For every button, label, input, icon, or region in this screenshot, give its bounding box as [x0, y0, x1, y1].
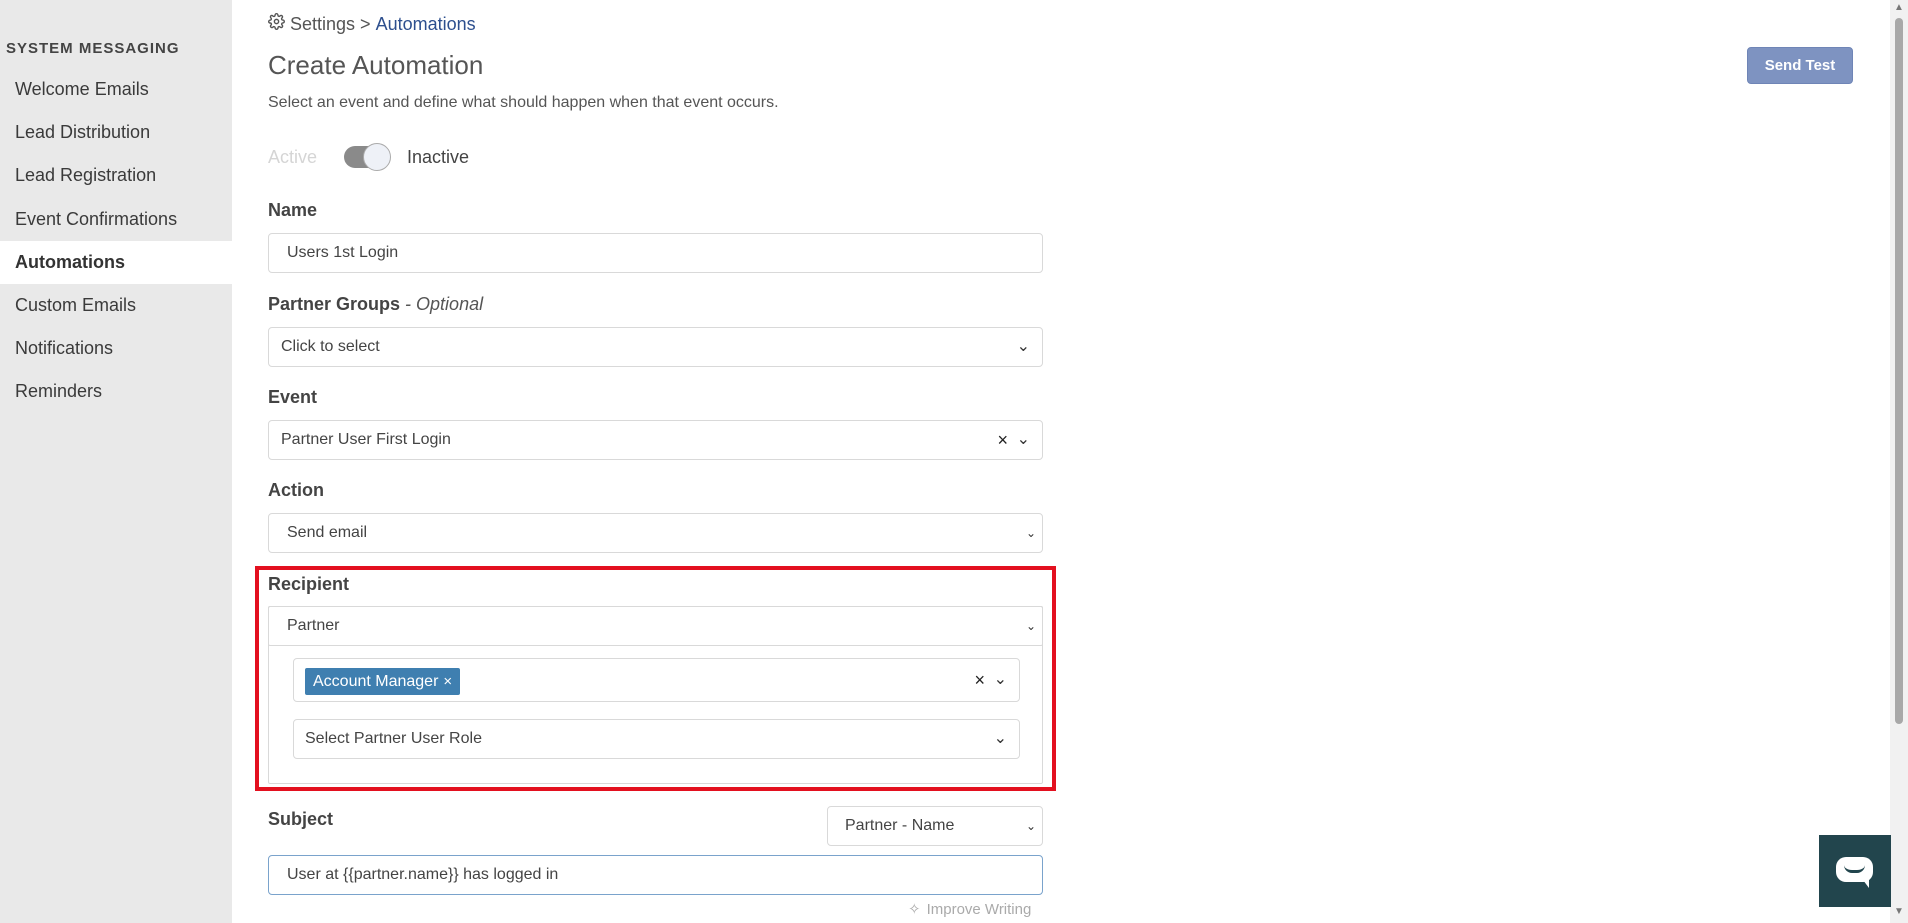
subject-label: Subject: [268, 809, 334, 829]
chat-icon: [1836, 857, 1873, 888]
event-label: Event: [268, 387, 318, 407]
merge-field-value: Partner - Name: [845, 817, 955, 834]
selected-tag-account-manager: Account Manager ×: [305, 668, 461, 695]
breadcrumb-settings[interactable]: Settings: [290, 14, 355, 35]
tag-remove-icon[interactable]: ×: [443, 673, 452, 690]
sidebar-item-custom-emails[interactable]: Custom Emails: [0, 284, 232, 327]
gear-icon: [268, 13, 285, 35]
event-select[interactable]: Partner User First Login × ⌄: [268, 420, 1043, 460]
merge-field-select[interactable]: Partner - Name ⌄: [827, 806, 1043, 846]
tag-label: Account Manager: [313, 673, 439, 690]
name-label: Name: [268, 200, 318, 220]
subject-input[interactable]: User at {{partner.name}} has logged in: [268, 855, 1043, 895]
chevron-down-icon: ⌄: [993, 730, 1007, 747]
chat-widget-button[interactable]: [1819, 835, 1891, 907]
chevron-down-icon: ⌄: [993, 671, 1007, 688]
send-test-button[interactable]: Send Test: [1747, 47, 1853, 84]
sidebar: SYSTEM MESSAGING Welcome Emails Lead Dis…: [0, 0, 232, 923]
sidebar-item-lead-distribution[interactable]: Lead Distribution: [0, 111, 232, 154]
sidebar-item-welcome-emails[interactable]: Welcome Emails: [0, 68, 232, 111]
recipient-roles-box: Account Manager × × ⌄ Select Partner User…: [268, 606, 1043, 784]
page-subtitle: Select an event and define what should h…: [268, 94, 779, 111]
sidebar-item-automations[interactable]: Automations: [0, 240, 232, 284]
toggle-active-label: Active: [268, 146, 318, 167]
scroll-down-icon[interactable]: ▼: [1894, 906, 1904, 917]
name-input[interactable]: Users 1st Login: [268, 233, 1043, 273]
sidebar-item-notifications[interactable]: Notifications: [0, 327, 232, 370]
breadcrumb-separator: >: [360, 13, 371, 34]
partner-groups-label-text: Partner Groups: [268, 294, 401, 314]
improve-writing-link[interactable]: ✧ Improve Writing: [908, 900, 1032, 919]
toggle-knob: [363, 143, 391, 171]
chevron-down-icon: ⌄: [1025, 526, 1036, 540]
status-toggle-switch[interactable]: [344, 143, 391, 171]
recipient-label: Recipient: [268, 574, 350, 594]
sidebar-item-lead-registration[interactable]: Lead Registration: [0, 154, 232, 197]
chevron-down-icon: ⌄: [1025, 819, 1036, 833]
partner-groups-label: Partner Groups - Optional: [268, 294, 483, 315]
scroll-up-icon[interactable]: ▲: [1894, 2, 1904, 13]
chevron-down-icon: ⌄: [1016, 338, 1030, 355]
sidebar-item-reminders[interactable]: Reminders: [0, 370, 232, 413]
sidebar-heading: SYSTEM MESSAGING: [6, 40, 180, 57]
sidebar-item-event-confirmations[interactable]: Event Confirmations: [0, 198, 232, 241]
partner-user-role-select[interactable]: Select Partner User Role ⌄: [293, 719, 1020, 759]
action-value: Send email: [287, 524, 368, 541]
toggle-inactive-label: Inactive: [407, 146, 470, 167]
page-title: Create Automation: [268, 50, 484, 80]
partner-groups-select[interactable]: Click to select ⌄: [268, 327, 1043, 367]
event-value: Partner User First Login: [281, 431, 451, 448]
action-select[interactable]: Send email ⌄: [268, 513, 1043, 553]
sparkle-icon: ✧: [908, 901, 921, 918]
partner-role-tag-select[interactable]: Account Manager × × ⌄: [293, 658, 1020, 702]
partner-groups-placeholder: Click to select: [281, 338, 380, 355]
clear-icon[interactable]: ×: [974, 659, 985, 701]
partner-groups-optional: - Optional: [405, 294, 484, 314]
status-toggle-row: Active Inactive: [268, 143, 469, 171]
breadcrumb-automations[interactable]: Automations: [376, 14, 476, 35]
page-scrollbar[interactable]: ▲ ▼: [1890, 0, 1908, 923]
chevron-down-icon: ⌄: [1016, 431, 1030, 448]
main-content: Settings > Automations Create Automation…: [255, 0, 1888, 923]
action-label: Action: [268, 480, 324, 500]
clear-icon[interactable]: ×: [997, 421, 1008, 459]
partner-user-role-placeholder: Select Partner User Role: [305, 730, 482, 747]
scrollbar-thumb[interactable]: [1895, 18, 1903, 724]
breadcrumb: Settings > Automations: [268, 13, 476, 35]
sidebar-list: Welcome Emails Lead Distribution Lead Re…: [0, 68, 232, 414]
improve-writing-label: Improve Writing: [926, 900, 1032, 918]
